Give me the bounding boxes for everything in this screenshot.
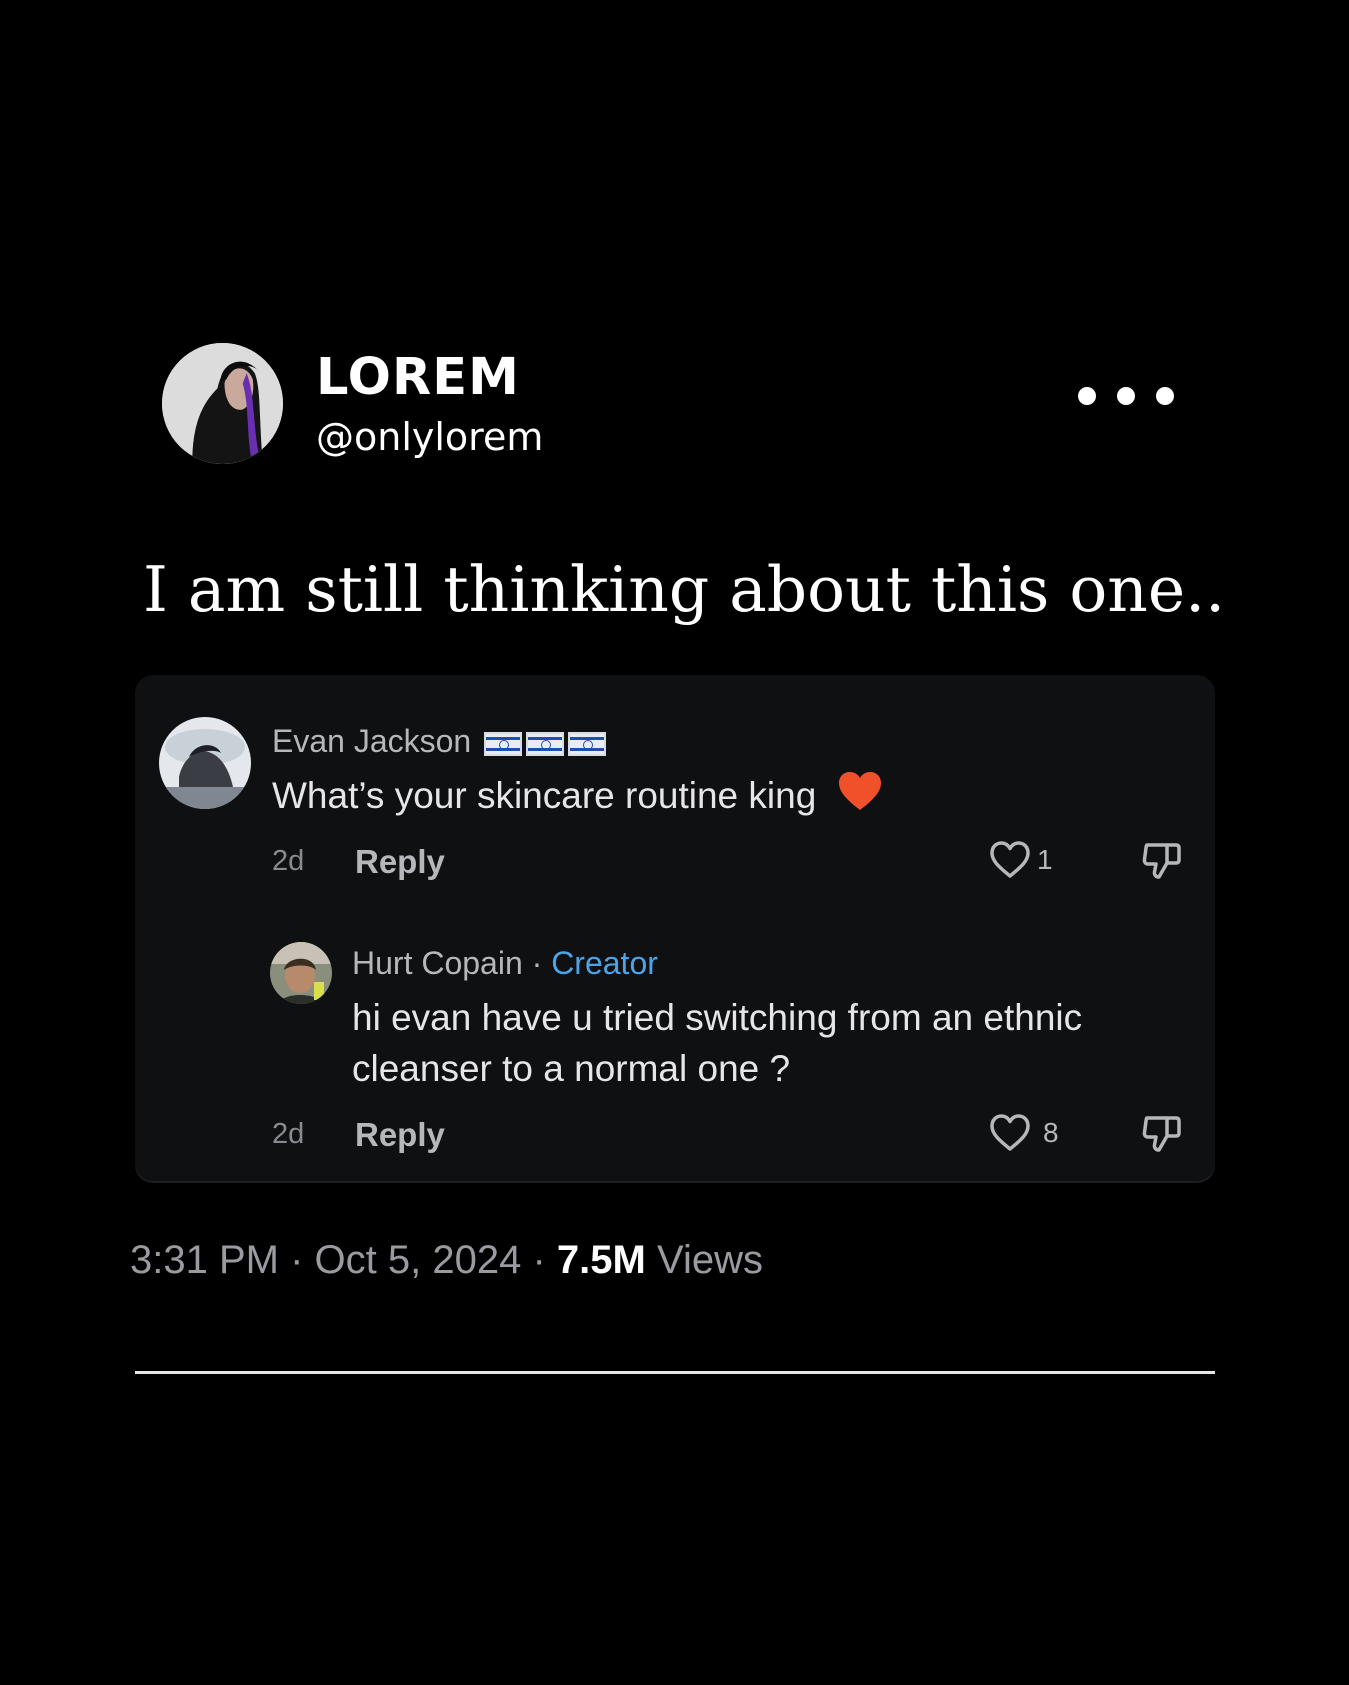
orange-heart-icon [837,770,883,825]
creator-badge: Creator [551,945,658,981]
dislike-button[interactable] [1141,1114,1183,1154]
heart-outline-icon [990,1114,1030,1151]
comment-text-line: hi evan have u tried switching from an e… [352,997,1083,1038]
author-handle[interactable]: @onlylorem [316,418,543,456]
timestamp-separator: · [532,1238,546,1282]
israel-flag-icon [568,731,607,756]
post-text: I am still thinking about this one.. [143,553,1226,626]
comment-author-name-text: Evan Jackson [272,723,472,759]
more-dot-icon [1156,387,1174,405]
reply-button[interactable]: Reply [355,1118,445,1151]
comment-author-name[interactable]: Evan Jackson [272,723,607,759]
comment-text-line: cleanser to a normal one ? [352,1048,791,1089]
comment-author-name-text: Hurt Copain [352,945,523,981]
post-time: 3:31 PM [130,1238,279,1282]
avatar-image [270,942,332,1004]
avatar-image [162,343,283,464]
post-timestamp[interactable]: 3:31 PM · Oct 5, 2024 · 7.5M Views [130,1240,763,1280]
comment-age: 2d [272,845,305,877]
comment-text: What’s your skincare routine king [272,770,883,825]
dislike-button[interactable] [1141,841,1183,881]
like-button[interactable]: 8 [989,1113,1059,1153]
views-label: Views [656,1238,763,1282]
like-count: 1 [1037,844,1053,875]
comment-age: 2d [272,1118,305,1150]
israel-flag-icon [484,731,523,756]
commenter-avatar[interactable] [159,717,251,809]
comment-author-name[interactable]: Hurt Copain · Creator [352,947,658,979]
comment-text-content: What’s your skincare routine king [272,775,817,816]
heart-outline-icon [990,841,1030,878]
post-date: Oct 5, 2024 [314,1238,522,1282]
divider [135,1371,1215,1374]
thumbs-down-icon [1142,1116,1181,1152]
name-separator: · [531,945,543,981]
like-button[interactable]: 1 [989,840,1053,880]
avatar-image [159,717,251,809]
author-avatar[interactable] [162,343,283,464]
more-dot-icon [1117,387,1135,405]
like-count: 8 [1043,1117,1059,1148]
israel-flag-icon [526,731,565,756]
timestamp-separator: · [290,1238,304,1282]
more-dot-icon [1078,387,1096,405]
thumbs-down-icon [1142,843,1181,879]
views-count: 7.5M [556,1238,646,1282]
reply-button[interactable]: Reply [355,845,445,878]
author-display-name[interactable]: LOREM [316,352,520,403]
embedded-comments-screenshot: Evan Jackson What’s your skincare routin… [135,675,1215,1181]
commenter-avatar[interactable] [270,942,332,1004]
more-options-button[interactable] [1078,378,1174,414]
comment-text: hi evan have u tried switching from an e… [352,992,1082,1094]
